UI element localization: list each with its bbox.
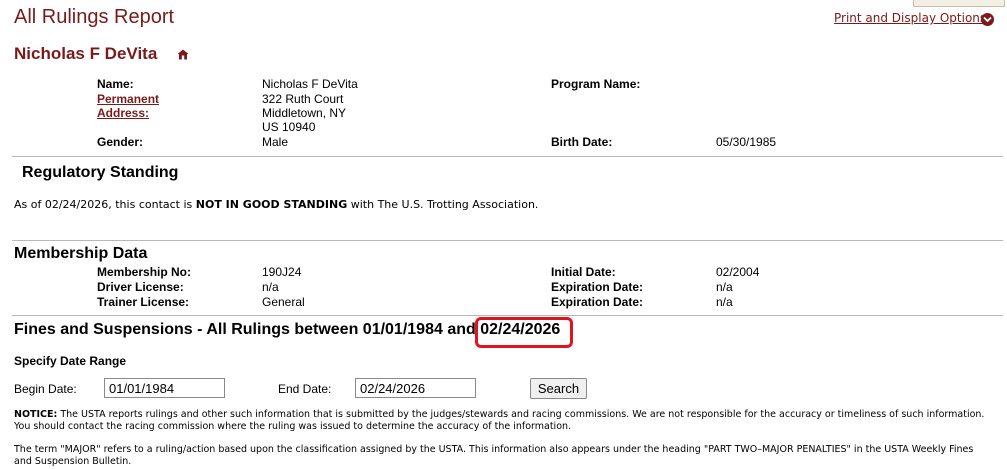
birth-date-value: 05/30/1985 (716, 135, 777, 149)
name-label: Name: (97, 77, 134, 91)
begin-date-input[interactable] (104, 378, 225, 398)
membership-data-heading: Membership Data (14, 245, 148, 262)
initial-date-label: Initial Date: (551, 265, 616, 279)
end-date-input[interactable] (355, 378, 476, 398)
end-date-label: End Date: (278, 382, 332, 396)
permanent-address-link-line1[interactable]: Permanent (97, 92, 159, 106)
standing-status: NOT IN GOOD STANDING (195, 198, 348, 211)
specify-date-range-label: Specify Date Range (14, 354, 127, 368)
permanent-address-link-line2[interactable]: Address: (97, 106, 149, 120)
highlight-annotation (475, 317, 573, 348)
program-name-label: Program Name: (551, 77, 641, 91)
regulatory-standing-heading: Regulatory Standing (22, 164, 179, 181)
address-line-3: US 10940 (262, 120, 316, 134)
home-icon[interactable] (177, 49, 189, 60)
membership-no-label: Membership No: (97, 265, 192, 279)
standing-suffix: with The U.S. Trotting Association. (347, 198, 539, 211)
standing-prefix: As of 02/24/2026, this contact is (14, 198, 196, 211)
gender-label: Gender: (97, 135, 144, 149)
gender-value: Male (262, 135, 289, 149)
initial-date-value: 02/2004 (716, 265, 760, 279)
notice-text: The USTA reports rulings and other such … (14, 409, 985, 432)
major-definition-paragraph: The term "MAJOR" refers to a ruling/acti… (14, 444, 974, 467)
address-line-2: Middletown, NY (262, 106, 347, 120)
page-title: All Rulings Report (14, 6, 175, 28)
trainer-license-label: Trainer License: (97, 295, 190, 309)
divider (12, 240, 1003, 241)
chevron-down-icon[interactable] (981, 13, 994, 26)
membership-no-value: 190J24 (262, 265, 302, 279)
driver-expiration-label: Expiration Date: (551, 280, 644, 294)
name-value: Nicholas F DeVita (262, 77, 358, 91)
top-corner-tab (913, 0, 1005, 7)
search-button[interactable]: Search (530, 378, 587, 399)
notice-paragraph: NOTICE: The USTA reports rulings and oth… (14, 409, 994, 433)
fines-heading-prefix: Fines and Suspensions - All Rulings betw… (14, 321, 476, 338)
driver-expiration-value: n/a (716, 280, 733, 294)
trainer-expiration-value: n/a (716, 295, 733, 309)
divider (12, 156, 1003, 157)
driver-license-value: n/a (262, 280, 279, 294)
print-display-options-link[interactable]: Print and Display Options (834, 11, 986, 25)
address-line-1: 322 Ruth Court (262, 92, 344, 106)
driver-license-label: Driver License: (97, 280, 184, 294)
trainer-license-value: General (262, 295, 305, 309)
person-name-heading: Nicholas F DeVita (14, 44, 158, 63)
begin-date-label: Begin Date: (14, 382, 77, 396)
trainer-expiration-label: Expiration Date: (551, 295, 644, 309)
standing-statement: As of 02/24/2026, this contact is NOT IN… (14, 198, 538, 211)
notice-label: NOTICE: (14, 409, 58, 420)
divider (12, 315, 1003, 316)
birth-date-label: Birth Date: (551, 135, 613, 149)
